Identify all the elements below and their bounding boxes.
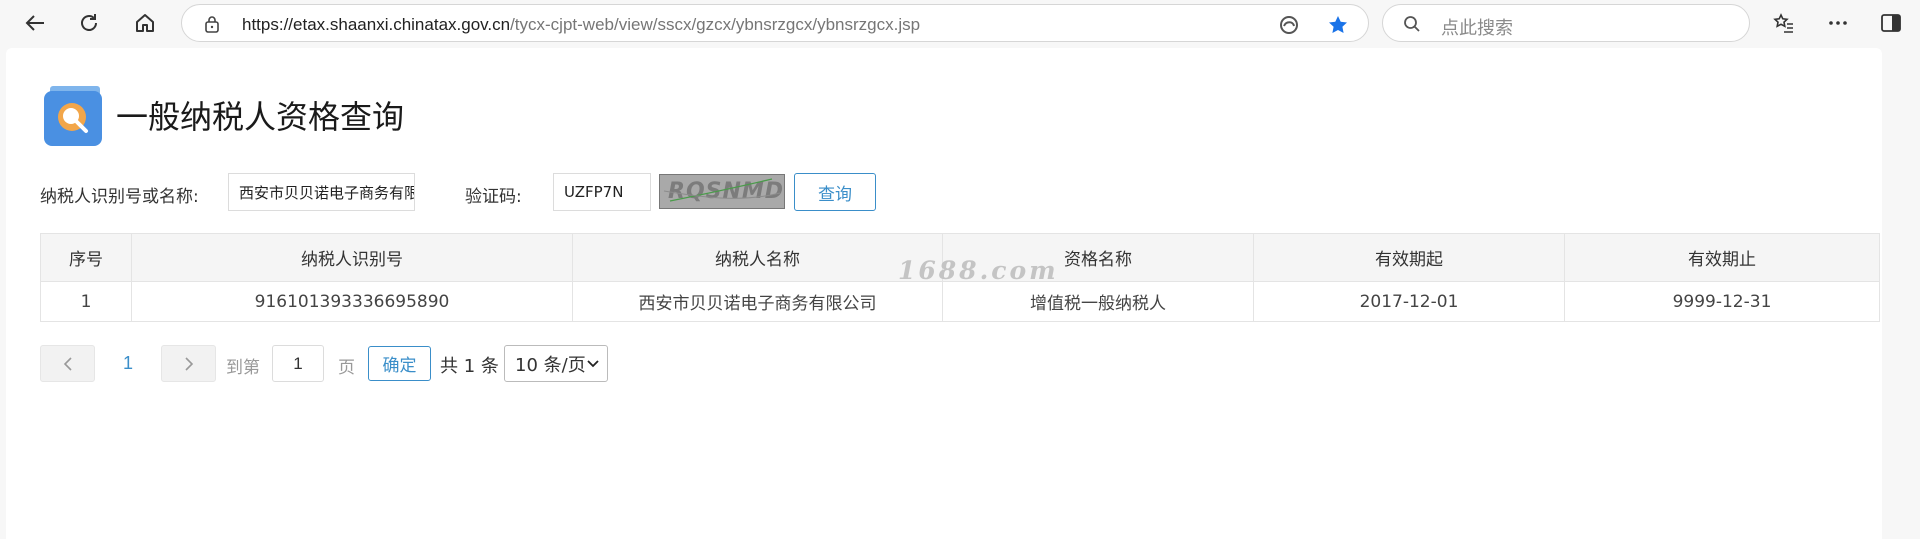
total-count: 共 1 条 [440,356,499,377]
sidebar-icon [1881,14,1901,32]
url-domain: https://etax.shaanxi.chinatax.gov.cn [242,15,511,34]
back-button[interactable] [18,6,52,40]
refresh-icon [81,14,97,31]
more-button[interactable] [1821,6,1855,40]
query-logo-icon [44,86,102,146]
browser-toolbar: https://etax.shaanxi.chinatax.gov.cn/tyc… [0,0,1920,45]
page-title: 一般纳税人资格查询 [116,98,405,136]
cell-valid-from: 2017-12-01 [1253,281,1565,322]
refresh-button[interactable] [72,6,106,40]
page-unit-label: 页 [338,358,355,378]
captcha-image[interactable]: RQSNMD [659,174,785,209]
sidebar-button[interactable] [1876,6,1906,40]
favorites-icon [1773,13,1793,33]
table-row: 1 916101393336695890 西安市贝贝诺电子商务有限公司 增值税一… [40,281,1880,322]
next-page-button[interactable] [161,345,216,382]
browser-search-box[interactable]: 点此搜索 [1382,4,1750,42]
edge-icon[interactable] [1278,14,1300,36]
star-icon[interactable] [1327,14,1349,36]
address-bar[interactable]: https://etax.shaanxi.chinatax.gov.cn/tyc… [181,4,1369,42]
home-button[interactable] [128,6,162,40]
search-icon [1404,16,1420,32]
url-text[interactable]: https://etax.shaanxi.chinatax.gov.cn/tyc… [242,15,920,35]
goto-page-input[interactable]: 1 [272,345,324,382]
page-size-value: 10 条/页 [515,354,586,376]
prev-page-button[interactable] [40,345,95,382]
cell-qualification: 增值税一般纳税人 [942,281,1254,322]
col-header-valid-to: 有效期止 [1564,233,1880,282]
query-button[interactable]: 查询 [794,173,876,211]
cell-index: 1 [40,281,132,322]
taxpayer-label: 纳税人识别号或名称: [40,187,199,207]
col-header-valid-from: 有效期起 [1253,233,1565,282]
taxpayer-input[interactable]: 西安市贝贝诺电子商务有限公司 [228,173,415,211]
goto-confirm-button[interactable]: 确定 [368,346,431,381]
cell-taxpayer-name: 西安市贝贝诺电子商务有限公司 [572,281,943,322]
col-header-taxpayer-id: 纳税人识别号 [131,233,573,282]
page-number[interactable]: 1 [123,353,133,374]
captcha-noise [663,178,781,202]
chevron-left-icon [63,356,72,371]
watermark: 1688.com [898,256,1059,285]
captcha-label: 验证码: [465,187,522,207]
back-icon [25,15,44,31]
col-header-taxpayer-name: 纳税人名称 [572,233,943,282]
window-edge [1884,48,1920,539]
cell-taxpayer-id: 916101393336695890 [131,281,573,322]
more-icon [1829,21,1847,25]
search-placeholder: 点此搜索 [1441,18,1513,38]
home-icon [136,14,154,32]
chevron-down-icon [587,360,599,368]
lock-icon[interactable] [204,15,220,33]
captcha-input[interactable]: UZFP7N [553,173,651,211]
chevron-right-icon [184,356,193,371]
cell-valid-to: 9999-12-31 [1564,281,1880,322]
favorites-button[interactable] [1767,6,1801,40]
url-path: /tycx-cjpt-web/view/sscx/gzcx/ybnsrzgcx/… [510,15,921,34]
goto-label: 到第 [226,358,260,378]
page-size-select[interactable]: 10 条/页 [504,345,608,382]
page-content: 一般纳税人资格查询 纳税人识别号或名称: 西安市贝贝诺电子商务有限公司 验证码:… [6,48,1882,539]
col-header-index: 序号 [40,233,132,282]
